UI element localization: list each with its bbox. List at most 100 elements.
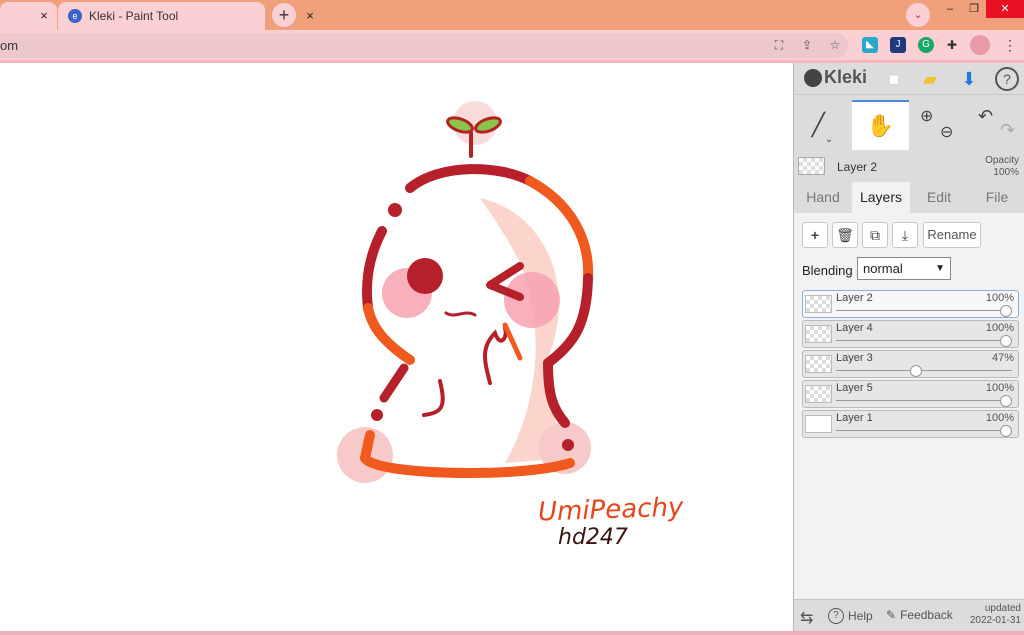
layer-name: Layer 5 — [836, 382, 873, 394]
url-input[interactable]: om — [0, 33, 848, 58]
opacity-value: 100% — [993, 167, 1019, 178]
hand-icon: ✋ — [866, 113, 895, 138]
layer-opacity-slider[interactable] — [836, 430, 1012, 431]
feedback-label: Feedback — [900, 608, 953, 622]
layer-thumbnail — [805, 415, 832, 433]
hand-tool-button[interactable]: ✋ — [852, 100, 909, 150]
layer-row[interactable]: Layer 1 100% — [802, 410, 1019, 438]
puzzle-icon[interactable]: ✚ — [944, 37, 960, 53]
new-image-icon[interactable]: ■ — [882, 67, 906, 91]
delete-layer-button[interactable]: 🗑 — [832, 222, 858, 248]
menu-icon[interactable]: ⋮ — [1002, 37, 1018, 53]
opacity-label: Opacity — [985, 155, 1019, 166]
brush-icon: ╱ — [811, 112, 825, 137]
layer-opacity-slider-handle[interactable] — [1000, 395, 1012, 407]
duplicate-layer-button[interactable]: ⧉ — [862, 222, 888, 248]
brush-tool-button[interactable]: ╱ ⌄ — [794, 100, 851, 150]
layer-opacity-slider-handle[interactable] — [909, 365, 922, 377]
layer-thumbnail — [805, 295, 832, 313]
share-icon[interactable]: ⇪ — [799, 37, 815, 53]
layer-thumbnail — [805, 325, 832, 343]
layer-opacity-value: 100% — [985, 292, 1014, 304]
help-circle-icon: ? — [828, 608, 844, 624]
kleki-sidebar: Kleki ■ ▰ ⬇ ? ╱ ⌄ ✋ ⊕ ⊖ ↶ ↷ Layer 2 Opac… — [793, 63, 1024, 631]
layer-row[interactable]: Layer 4 100% — [802, 320, 1019, 348]
translate-icon[interactable]: ⛶ — [771, 37, 787, 53]
extension-icon-2[interactable]: J — [890, 37, 906, 53]
layer-name: Layer 4 — [836, 322, 873, 334]
redo-icon[interactable]: ↷ — [1000, 120, 1015, 141]
folder-icon[interactable]: ▰ — [918, 67, 942, 91]
tab-close-icon[interactable]: × — [302, 8, 318, 24]
help-icon[interactable]: ? — [995, 67, 1019, 91]
browser-tab-bar: × e Kleki - Paint Tool × + ⌄ – ❐ ✕ — [0, 0, 1024, 30]
zoom-buttons: ⊕ ⊖ — [910, 100, 967, 150]
undo-redo-buttons: ↶ ↷ — [968, 100, 1024, 150]
layer-row[interactable]: Layer 2 100% — [802, 290, 1019, 318]
layer-opacity-slider-handle[interactable] — [1000, 335, 1012, 347]
new-tab-button[interactable]: + — [272, 3, 296, 27]
layer-opacity-value: 100% — [985, 412, 1014, 424]
profile-avatar[interactable] — [970, 35, 990, 55]
chevron-down-icon: ▼ — [935, 263, 945, 274]
star-icon[interactable]: ☆ — [827, 37, 843, 53]
sidebar-header: Kleki ■ ▰ ⬇ ? — [794, 63, 1024, 95]
chevron-down-icon[interactable]: ⌄ — [825, 134, 833, 145]
current-layer-thumbnail — [798, 157, 825, 175]
layer-thumbnail — [805, 355, 832, 373]
merge-layer-button[interactable]: ⤓ — [892, 222, 918, 248]
updated-info: updated 2022-01-31 — [970, 603, 1021, 627]
layer-opacity-slider-handle[interactable] — [1000, 305, 1012, 317]
download-icon[interactable]: ⬇ — [957, 67, 981, 91]
layer-name: Layer 2 — [836, 292, 873, 304]
layer-opacity-value: 100% — [985, 322, 1014, 334]
drawing-canvas[interactable]: UmiPeachy hd247 — [0, 63, 793, 631]
swap-sides-icon[interactable]: ⇆ — [800, 608, 813, 628]
add-layer-button[interactable]: + — [802, 222, 828, 248]
layer-opacity-slider[interactable] — [836, 370, 1012, 371]
help-link[interactable]: ? Help — [828, 608, 873, 624]
layer-opacity-slider-handle[interactable] — [1000, 425, 1012, 437]
browser-tab-kleki[interactable]: e Kleki - Paint Tool × — [58, 2, 314, 30]
pen-icon: ✎ — [886, 608, 897, 622]
kleki-favicon-icon: e — [68, 9, 82, 23]
updated-date: 2022-01-31 — [969, 615, 1021, 626]
layer-opacity-slider[interactable] — [836, 310, 1012, 311]
feedback-link[interactable]: ✎ Feedback — [886, 608, 953, 622]
blending-select[interactable]: normal ▼ — [857, 257, 951, 280]
browser-tab-previous[interactable]: × — [0, 2, 57, 30]
url-text: om — [0, 38, 19, 53]
grammarly-icon[interactable]: G — [918, 37, 934, 53]
extension-icon-1[interactable]: ◣ — [862, 37, 878, 53]
tab-close-icon[interactable]: × — [36, 8, 52, 24]
rename-layer-button[interactable]: Rename — [923, 222, 981, 248]
layer-row[interactable]: Layer 3 47% — [802, 350, 1019, 378]
blending-label: Blending — [802, 263, 853, 278]
current-layer-indicator: Layer 2 Opacity 100% — [794, 153, 1024, 181]
tab-search-button[interactable]: ⌄ — [906, 3, 930, 27]
undo-icon[interactable]: ↶ — [978, 106, 993, 127]
kleki-logo[interactable]: Kleki — [804, 67, 867, 88]
tab-file[interactable]: File — [968, 182, 1024, 213]
tab-hand[interactable]: Hand — [794, 182, 852, 213]
tab-layers[interactable]: Layers — [852, 182, 910, 213]
signature-line-1: UmiPeachy — [537, 492, 684, 528]
tab-edit[interactable]: Edit — [910, 182, 968, 213]
layers-panel: + 🗑 ⧉ ⤓ Rename Blending normal ▼ Layer 2… — [794, 213, 1024, 599]
zoom-out-icon[interactable]: ⊖ — [940, 122, 953, 142]
current-layer-opacity: Opacity 100% — [985, 155, 1019, 179]
zoom-in-icon[interactable]: ⊕ — [920, 106, 933, 126]
current-layer-name: Layer 2 — [837, 160, 878, 174]
kleki-logo-text: Kleki — [824, 67, 868, 87]
tool-row: ╱ ⌄ ✋ ⊕ ⊖ ↶ ↷ — [794, 100, 1024, 150]
close-window-icon[interactable]: ✕ — [986, 0, 1024, 18]
kleki-logo-icon — [804, 68, 822, 87]
signature-line-2: hd247 — [558, 525, 628, 550]
layer-name: Layer 1 — [836, 412, 873, 424]
layer-opacity-slider[interactable] — [836, 400, 1012, 401]
maximize-icon[interactable]: ❐ — [960, 0, 988, 18]
layer-row[interactable]: Layer 5 100% — [802, 380, 1019, 408]
layer-opacity-value: 100% — [985, 382, 1014, 394]
layer-opacity-slider[interactable] — [836, 340, 1012, 341]
panel-tabs: Hand Layers Edit File — [794, 182, 1024, 213]
